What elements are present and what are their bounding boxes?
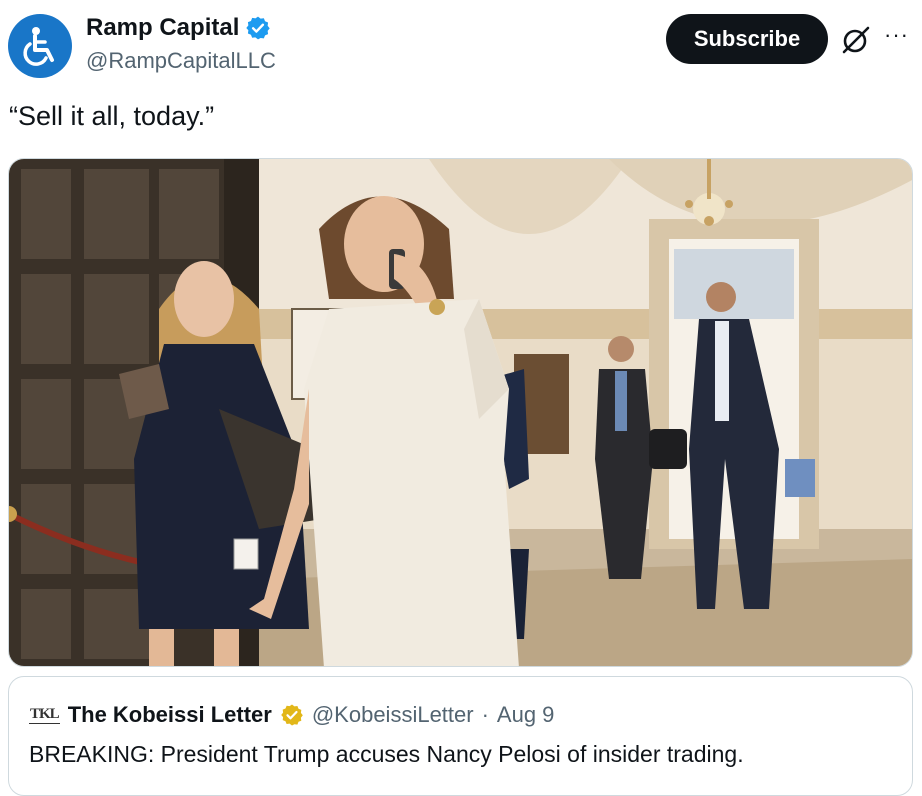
tweet-photo[interactable]	[8, 158, 913, 667]
quoted-separator: ·	[481, 702, 489, 727]
more-options-icon[interactable]: ···	[884, 22, 909, 48]
author-handle[interactable]: @RampCapitalLLC	[86, 48, 276, 74]
verified-gold-badge-icon	[281, 704, 303, 726]
author-display-name[interactable]: Ramp Capital	[86, 14, 239, 42]
photo-illustration	[9, 159, 912, 666]
wheelchair-icon	[23, 27, 54, 66]
quoted-tweet-text: BREAKING: President Trump accuses Nancy …	[29, 741, 744, 767]
quoted-author-handle[interactable]: @KobeissiLetter	[312, 702, 474, 728]
subscribe-button[interactable]: Subscribe	[666, 14, 828, 64]
quoted-tweet-header: TKL The Kobeissi Letter @KobeissiLetter …	[29, 702, 554, 728]
grok-icon[interactable]	[840, 24, 872, 56]
quoted-date[interactable]: Aug 9	[497, 702, 555, 728]
author-name-row: Ramp Capital	[86, 14, 271, 42]
tweet-text: “Sell it all, today.”	[9, 101, 215, 131]
quoted-tweet[interactable]: TKL The Kobeissi Letter @KobeissiLetter …	[8, 676, 913, 796]
quoted-author-name[interactable]: The Kobeissi Letter	[68, 702, 272, 728]
author-avatar[interactable]	[8, 14, 72, 78]
verified-badge-icon	[246, 16, 271, 40]
quoted-author-logo[interactable]: TKL	[29, 706, 60, 724]
